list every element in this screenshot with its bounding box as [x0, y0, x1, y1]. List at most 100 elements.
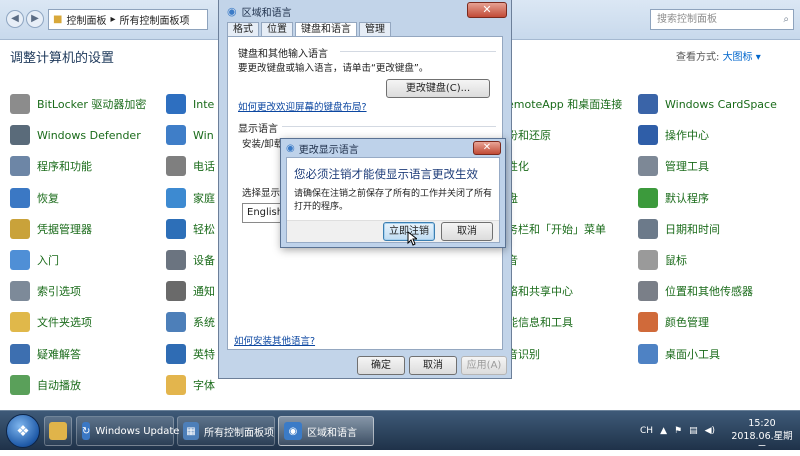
forward-arrow-icon[interactable]: ▶ — [26, 10, 44, 28]
control-panel-item[interactable]: 默认程序 — [638, 187, 709, 209]
apply-button[interactable]: 应用(A) — [461, 356, 507, 375]
taskbar-control-panel[interactable]: ▦ 所有控制面板项 — [177, 416, 275, 446]
control-panel-item-label: 操作中心 — [665, 129, 709, 143]
control-panel-item[interactable]: Windows Defender — [10, 124, 141, 146]
group-divider — [282, 126, 496, 127]
tab-administrative[interactable]: 管理 — [359, 22, 391, 36]
control-panel-item-label: 默认程序 — [665, 191, 709, 205]
autoplay-icon — [10, 374, 30, 395]
control-panel-item[interactable]: 字体 — [166, 374, 215, 396]
keyboard-layout-link[interactable]: 如何更改欢迎屏幕的键盘布局? — [238, 99, 367, 113]
control-panel-item-label: Windows CardSpace — [665, 97, 777, 111]
modal-close-button[interactable]: ✕ — [473, 141, 501, 155]
control-panel-item-label: 恢复 — [37, 191, 59, 205]
clock-time: 15:20 — [748, 418, 776, 429]
control-panel-item[interactable]: 疑难解答 — [10, 343, 81, 365]
close-button[interactable]: ✕ — [467, 2, 507, 18]
folder-icon: ■ — [53, 14, 63, 25]
control-panel-item[interactable]: 桌面小工具 — [638, 343, 720, 365]
display-language-group-label: 显示语言 — [238, 124, 278, 135]
control-panel-item[interactable]: 轻松 — [166, 218, 215, 240]
location-icon — [638, 281, 658, 302]
control-panel-item-label: 颜色管理 — [665, 316, 709, 330]
control-panel-item-label: 入门 — [37, 254, 59, 267]
tab-formats[interactable]: 格式 — [227, 22, 259, 36]
control-panel-item-label: 鼠标 — [665, 254, 687, 267]
control-panel-item-label: 程序和功能 — [37, 160, 92, 174]
back-arrow-icon[interactable]: ◀ — [6, 10, 24, 28]
control-panel-item[interactable]: 恢复 — [10, 187, 59, 209]
start-button[interactable]: ❖ — [6, 414, 40, 448]
control-panel-item-label: 疑难解答 — [37, 347, 81, 361]
tab-location[interactable]: 位置 — [261, 22, 293, 36]
language-icon: ◉ — [286, 142, 295, 154]
control-panel-item[interactable]: BitLocker 驱动器加密 — [10, 93, 146, 115]
breadcrumb-all-items[interactable]: 所有控制面板项 — [119, 12, 189, 27]
globe-icon: ◉ — [284, 422, 302, 440]
taskbar-windows-update[interactable]: ↻ Windows Update — [76, 416, 179, 446]
volume-icon[interactable]: ◀) — [705, 426, 715, 436]
control-panel-item-label: 家庭 — [193, 191, 215, 205]
control-panel-item-label: BitLocker 驱动器加密 — [37, 98, 147, 111]
modal-cancel-button[interactable]: 取消 — [441, 222, 493, 241]
color-management-icon — [638, 312, 658, 333]
breadcrumb-control-panel[interactable]: 控制面板 — [66, 12, 106, 27]
tab-keyboards-languages[interactable]: 键盘和语言 — [295, 22, 357, 37]
folder-icon — [49, 422, 67, 440]
cardspace-icon — [638, 94, 658, 114]
control-panel-item[interactable]: 管理工具 — [638, 155, 709, 177]
control-panel-item[interactable]: 英特 — [166, 343, 215, 365]
view-by: 查看方式: 大图标 ▾ — [676, 48, 761, 63]
change-keyboard-button[interactable]: 更改键盘(C)... — [386, 79, 490, 98]
install-language-link[interactable]: 如何安装其他语言? — [234, 333, 315, 347]
dialog-title: 区域和语言 — [241, 7, 292, 19]
taskbar-button-label: Windows Update — [95, 425, 180, 437]
taskbar-button-label: 区域和语言 — [307, 427, 357, 439]
control-panel-item[interactable]: 通知 — [166, 280, 215, 302]
bitlocker-icon — [10, 94, 30, 114]
control-panel-item[interactable]: 颜色管理 — [638, 311, 709, 333]
control-panel-item[interactable]: 索引选项 — [10, 280, 81, 302]
breadcrumb[interactable]: ■ 控制面板 ▸ 所有控制面板项 — [48, 9, 208, 30]
view-by-dropdown[interactable]: 大图标 ▾ — [723, 52, 761, 63]
search-placeholder: 搜索控制面板 — [657, 14, 717, 25]
recovery-icon — [10, 187, 30, 208]
phone-icon — [166, 156, 186, 177]
control-panel-item[interactable]: 文件夹选项 — [10, 311, 92, 333]
control-panel-item[interactable]: 凭据管理器 — [10, 218, 92, 240]
search-input[interactable]: 搜索控制面板 ⌕ — [650, 9, 794, 30]
control-panel-item[interactable]: 入门 — [10, 249, 59, 271]
control-panel-item-label: 桌面小工具 — [665, 347, 720, 361]
troubleshoot-icon — [10, 343, 30, 364]
control-panel-item[interactable]: 家庭 — [166, 187, 215, 209]
explorer-taskbar-button[interactable] — [44, 416, 72, 446]
system-tray: CH ▲ ⚑ ▤ ◀) — [640, 411, 715, 451]
show-hidden-icons-icon[interactable]: ▲ — [660, 426, 667, 436]
control-panel-item[interactable]: 位置和其他传感器 — [638, 280, 753, 302]
control-panel-item[interactable]: Inte — [166, 93, 214, 115]
control-panel-icon: ▦ — [183, 422, 199, 440]
control-panel-item[interactable]: 设备 — [166, 249, 215, 271]
display-language-value: English — [247, 207, 284, 218]
breadcrumb-separator-icon: ▸ — [110, 14, 116, 25]
control-panel-item[interactable]: Windows CardSpace — [638, 93, 777, 115]
control-panel-item[interactable]: 日期和时间 — [638, 218, 720, 240]
modal-titlebar[interactable]: ◉ 更改显示语言 — [281, 139, 505, 157]
ok-button[interactable]: 确定 — [357, 356, 405, 375]
control-panel-item[interactable]: 程序和功能 — [10, 155, 92, 177]
admin-tools-icon — [638, 156, 658, 177]
devices-icon — [166, 250, 186, 270]
control-panel-item[interactable]: 自动播放 — [10, 374, 81, 396]
control-panel-item[interactable]: Win — [166, 124, 214, 146]
control-panel-item[interactable]: 系统 — [166, 311, 215, 333]
network-icon[interactable]: ▤ — [689, 426, 698, 436]
control-panel-item[interactable]: 鼠标 — [638, 249, 687, 271]
control-panel-item[interactable]: 电话 — [166, 155, 215, 177]
clock[interactable]: 15:20 2018.06.星期二 — [730, 417, 794, 456]
mouse-icon — [638, 250, 658, 270]
input-language-indicator[interactable]: CH — [640, 426, 653, 436]
taskbar-region-language[interactable]: ◉ 区域和语言 — [278, 416, 374, 446]
cancel-button[interactable]: 取消 — [409, 356, 457, 375]
control-panel-item[interactable]: 操作中心 — [638, 124, 709, 146]
flag-icon[interactable]: ⚑ — [674, 426, 682, 436]
